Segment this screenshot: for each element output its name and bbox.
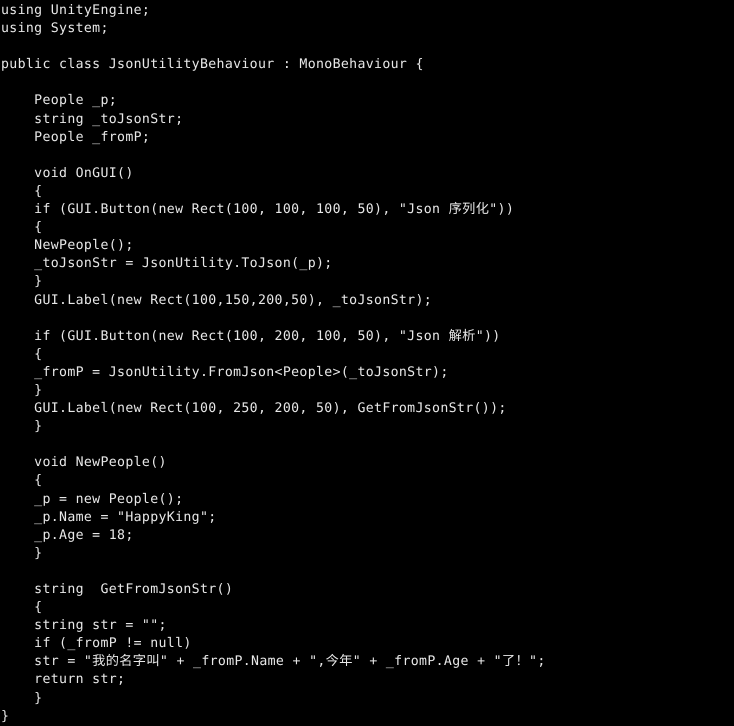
code-line: _fromP = JsonUtility.FromJson<People>(_t…: [1, 364, 449, 380]
code-line: People _p;: [1, 93, 118, 109]
code-line: string _toJsonStr;: [1, 111, 184, 127]
code-line: return str;: [1, 672, 126, 688]
code-line: public class JsonUtilityBehaviour : Mono…: [1, 57, 424, 73]
code-line: }: [1, 690, 43, 706]
code-line: {: [1, 600, 43, 616]
code-line: string GetFromJsonStr(): [1, 582, 234, 597]
code-line: if (GUI.Button(new Rect(100, 100, 100, 5…: [1, 202, 515, 218]
code-line: {: [1, 346, 43, 362]
code-line: {: [1, 183, 43, 199]
code-line: str = "我的名字叫" + _fromP.Name + ",今年" + _f…: [1, 654, 546, 670]
code-line: if (GUI.Button(new Rect(100, 200, 100, 5…: [1, 328, 501, 344]
code-line: }: [1, 419, 43, 435]
code-line: void NewPeople(): [1, 455, 167, 471]
code-viewer: using UnityEngine; using System; public c…: [0, 0, 734, 724]
code-line: _p.Name = "HappyKing";: [1, 509, 217, 525]
code-line: People _fromP;: [1, 129, 151, 145]
code-line: {: [1, 220, 43, 236]
code-line: _p = new People();: [1, 491, 184, 507]
code-line: GUI.Label(new Rect(100,150,200,50), _toJ…: [1, 292, 433, 308]
code-line: }: [1, 545, 43, 561]
code-line: if (_fromP != null): [1, 636, 192, 652]
code-line: _p.Age = 18;: [1, 527, 134, 543]
code-line: _toJsonStr = JsonUtility.ToJson(_p);: [1, 256, 333, 272]
code-line: using UnityEngine;: [1, 3, 151, 18]
code-line: NewPeople();: [1, 238, 134, 254]
code-line: }: [1, 274, 43, 290]
code-line: {: [1, 473, 43, 489]
code-line: using System;: [1, 21, 109, 37]
code-line: GUI.Label(new Rect(100, 250, 200, 50), G…: [1, 401, 507, 417]
code-line: string str = "";: [1, 618, 167, 634]
code-line: }: [1, 382, 43, 398]
code-line: void OnGUI(): [1, 165, 134, 181]
code-line: }: [1, 708, 10, 724]
